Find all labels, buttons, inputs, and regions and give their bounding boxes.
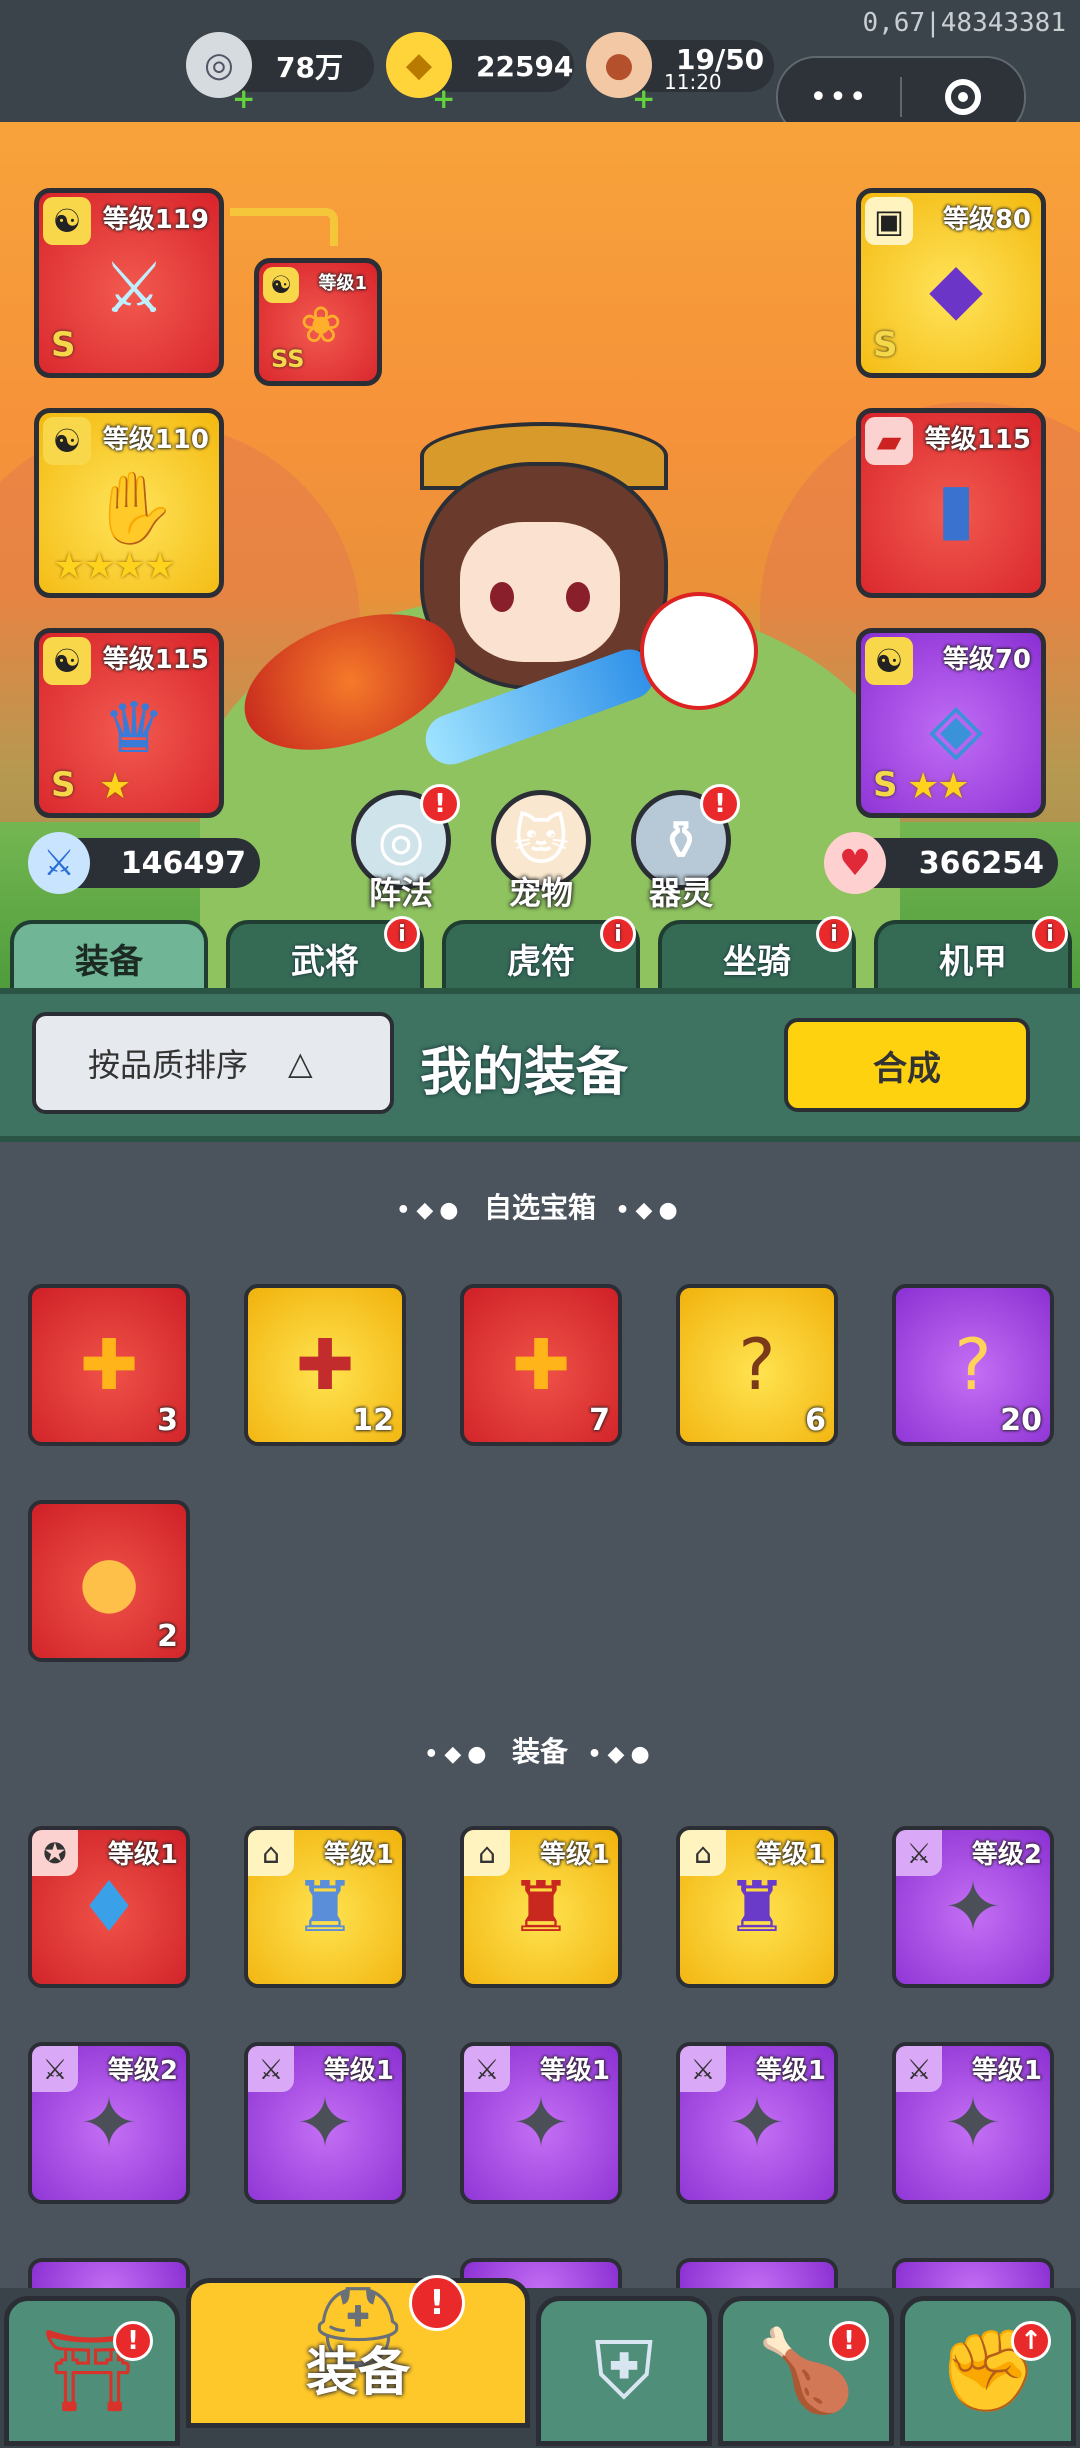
sword-attack-icon: ⚔: [28, 832, 90, 894]
nav-strengthen[interactable]: ✊ ↑: [900, 2296, 1076, 2446]
equipment-item[interactable]: ⚔ 等级1 ✦: [892, 2042, 1054, 2204]
artifact-spirit-button[interactable]: ⚱ 器灵 !: [626, 784, 740, 914]
equipment-item[interactable]: ⌂ 等级1 ♜: [244, 1826, 406, 1988]
add-gold-icon[interactable]: +: [432, 82, 455, 115]
red-helmet-icon: ♜: [509, 1866, 573, 1948]
tab-tiger-tally[interactable]: 虎符 i: [442, 916, 640, 992]
equip-slot-body[interactable]: ☯ 等级70 ◈ S ★★: [856, 628, 1046, 818]
chest-section-title: •◆● 自选宝箱 •◆●: [396, 1191, 684, 1224]
shuriken-icon: ✦: [79, 2082, 139, 2164]
equipment-item[interactable]: ✪ 等级1 ♦: [28, 1826, 190, 1988]
nav-heroes[interactable]: 🍗 !: [718, 2296, 894, 2446]
linked-equip-slot[interactable]: ☯ 等级1 ❀ SS: [254, 258, 382, 386]
hp-stat: ♥ 366254: [824, 832, 1058, 894]
tab-mecha[interactable]: 机甲 i: [874, 916, 1072, 992]
silver-value: 78万: [276, 51, 343, 84]
sort-by-quality-button[interactable]: 按品质排序 △: [32, 1012, 394, 1114]
link-chain: [230, 208, 338, 246]
equipment-item[interactable]: ⚔ 等级1 ✦: [676, 2042, 838, 2204]
alert-badge: !: [113, 2321, 153, 2361]
heart-icon: ♥: [824, 832, 886, 894]
hero-face: [460, 522, 620, 662]
nav-shop[interactable]: ⛩ !: [4, 2296, 180, 2446]
chest-item[interactable]: ✚ 12: [244, 1284, 406, 1446]
puzzle-chest-icon: ✚: [511, 1324, 571, 1406]
equip-slot-armor[interactable]: ▣ 等级80 ◆ S: [856, 188, 1046, 378]
gold-helmet-icon: ♜: [725, 1866, 789, 1948]
version-label: 0,67|48343381: [862, 8, 1067, 38]
shuriken-icon: ✦: [943, 2082, 1003, 2164]
tab-mount[interactable]: 坐骑 i: [658, 916, 856, 992]
page-title: 我的装备: [420, 1043, 629, 1103]
pet-button[interactable]: 🐱 宠物: [486, 790, 596, 914]
yin-yang-icon: ☯: [43, 197, 91, 245]
stamina-timer: 11:20: [664, 70, 722, 94]
yin-yang-icon: ☯: [865, 637, 913, 685]
blue-helmet-icon: ♜: [293, 1866, 357, 1948]
add-stamina-icon[interactable]: +: [632, 82, 655, 115]
mystery-chest-icon: ?: [738, 1324, 776, 1406]
equipment-item[interactable]: ⚔ 等级1 ✦: [244, 2042, 406, 2204]
chest-item[interactable]: ✚ 7: [460, 1284, 622, 1446]
merge-button[interactable]: 合成: [784, 1018, 1030, 1112]
lucky-bag-icon: ●: [78, 1540, 140, 1622]
gold-value: 22594: [476, 49, 574, 83]
battle-shield-icon: ⛨: [594, 2324, 654, 2417]
alert-badge: !: [829, 2321, 869, 2361]
info-badge: i: [384, 916, 420, 952]
formation-button[interactable]: ◎ 阵法 !: [346, 784, 460, 914]
equipment-item[interactable]: ⌂ 等级1 ♜: [676, 1826, 838, 1988]
triangle-up-icon: △: [288, 1044, 313, 1082]
shuriken-icon: ✦: [943, 1866, 1003, 1948]
blue-boots-icon: ▮: [936, 467, 976, 549]
shuriken-icon: ✦: [295, 2082, 355, 2164]
armor-icon: ▣: [865, 197, 913, 245]
alert-badge: !: [700, 784, 740, 824]
ice-helmet-icon: ♛: [102, 687, 166, 769]
equipment-item[interactable]: ⚔ 等级2 ✦: [28, 2042, 190, 2204]
more-menu-button[interactable]: •••: [778, 80, 900, 115]
equip-slot-gloves[interactable]: ☯ 等级110 ✋ ★★★★: [34, 408, 224, 598]
shuriken-icon: ✦: [727, 2082, 787, 2164]
target-circle-icon: [945, 79, 981, 115]
yin-yang-icon: ☯: [43, 417, 91, 465]
nav-battle[interactable]: ⛨: [536, 2296, 712, 2446]
gold-currency[interactable]: ◆ 22594 +: [386, 32, 574, 115]
chest-item[interactable]: ? 20: [892, 1284, 1054, 1446]
chest-item[interactable]: ● 2: [28, 1500, 190, 1662]
info-badge: i: [600, 916, 636, 952]
ice-sword-icon: ⚔: [102, 247, 166, 329]
equip-slot-helmet[interactable]: ☯ 等级115 ♛ S ★: [34, 628, 224, 818]
nav-equipment[interactable]: ⛑ 装备 !: [186, 2275, 530, 2428]
alert-badge: !: [420, 784, 460, 824]
attack-stat: ⚔ 146497: [28, 832, 260, 894]
equipment-item[interactable]: ⚔ 等级2 ✦: [892, 1826, 1054, 1988]
puzzle-chest-icon: ✚: [79, 1324, 139, 1406]
equipment-item[interactable]: ⚔ 等级1 ✦: [460, 2042, 622, 2204]
alert-badge: !: [409, 2275, 465, 2331]
equip-slot-boots[interactable]: ▰ 等级115 ▮: [856, 408, 1046, 598]
add-silver-icon[interactable]: +: [232, 82, 255, 115]
chest-item[interactable]: ✚ 3: [28, 1284, 190, 1446]
purple-armor-icon: ◆: [929, 247, 983, 329]
info-badge: i: [816, 916, 852, 952]
boot-icon: ▰: [865, 417, 913, 465]
silver-currency[interactable]: ◎ 78万 +: [186, 32, 374, 115]
tab-equipment[interactable]: 装备: [10, 920, 208, 992]
yin-yang-icon: ☯: [43, 637, 91, 685]
info-badge: i: [1032, 916, 1068, 952]
amulet-icon: ♦: [77, 1866, 141, 1948]
stamina-currency[interactable]: ● 19/50 11:20 +: [586, 32, 774, 115]
close-mini-program-button[interactable]: [902, 79, 1024, 115]
equip-slot-weapon[interactable]: ☯ 等级119 ⚔ S: [34, 188, 224, 378]
equipment-section-title: •◆● 装备 •◆●: [424, 1735, 656, 1768]
tab-generals[interactable]: 武将 i: [226, 916, 424, 992]
chest-item[interactable]: ? 6: [676, 1284, 838, 1446]
shuriken-icon: ✦: [511, 2082, 571, 2164]
upgrade-badge: ↑: [1011, 2321, 1051, 2361]
equipment-item[interactable]: ⌂ 等级1 ♜: [460, 1826, 622, 1988]
santa-pet[interactable]: [640, 592, 758, 710]
